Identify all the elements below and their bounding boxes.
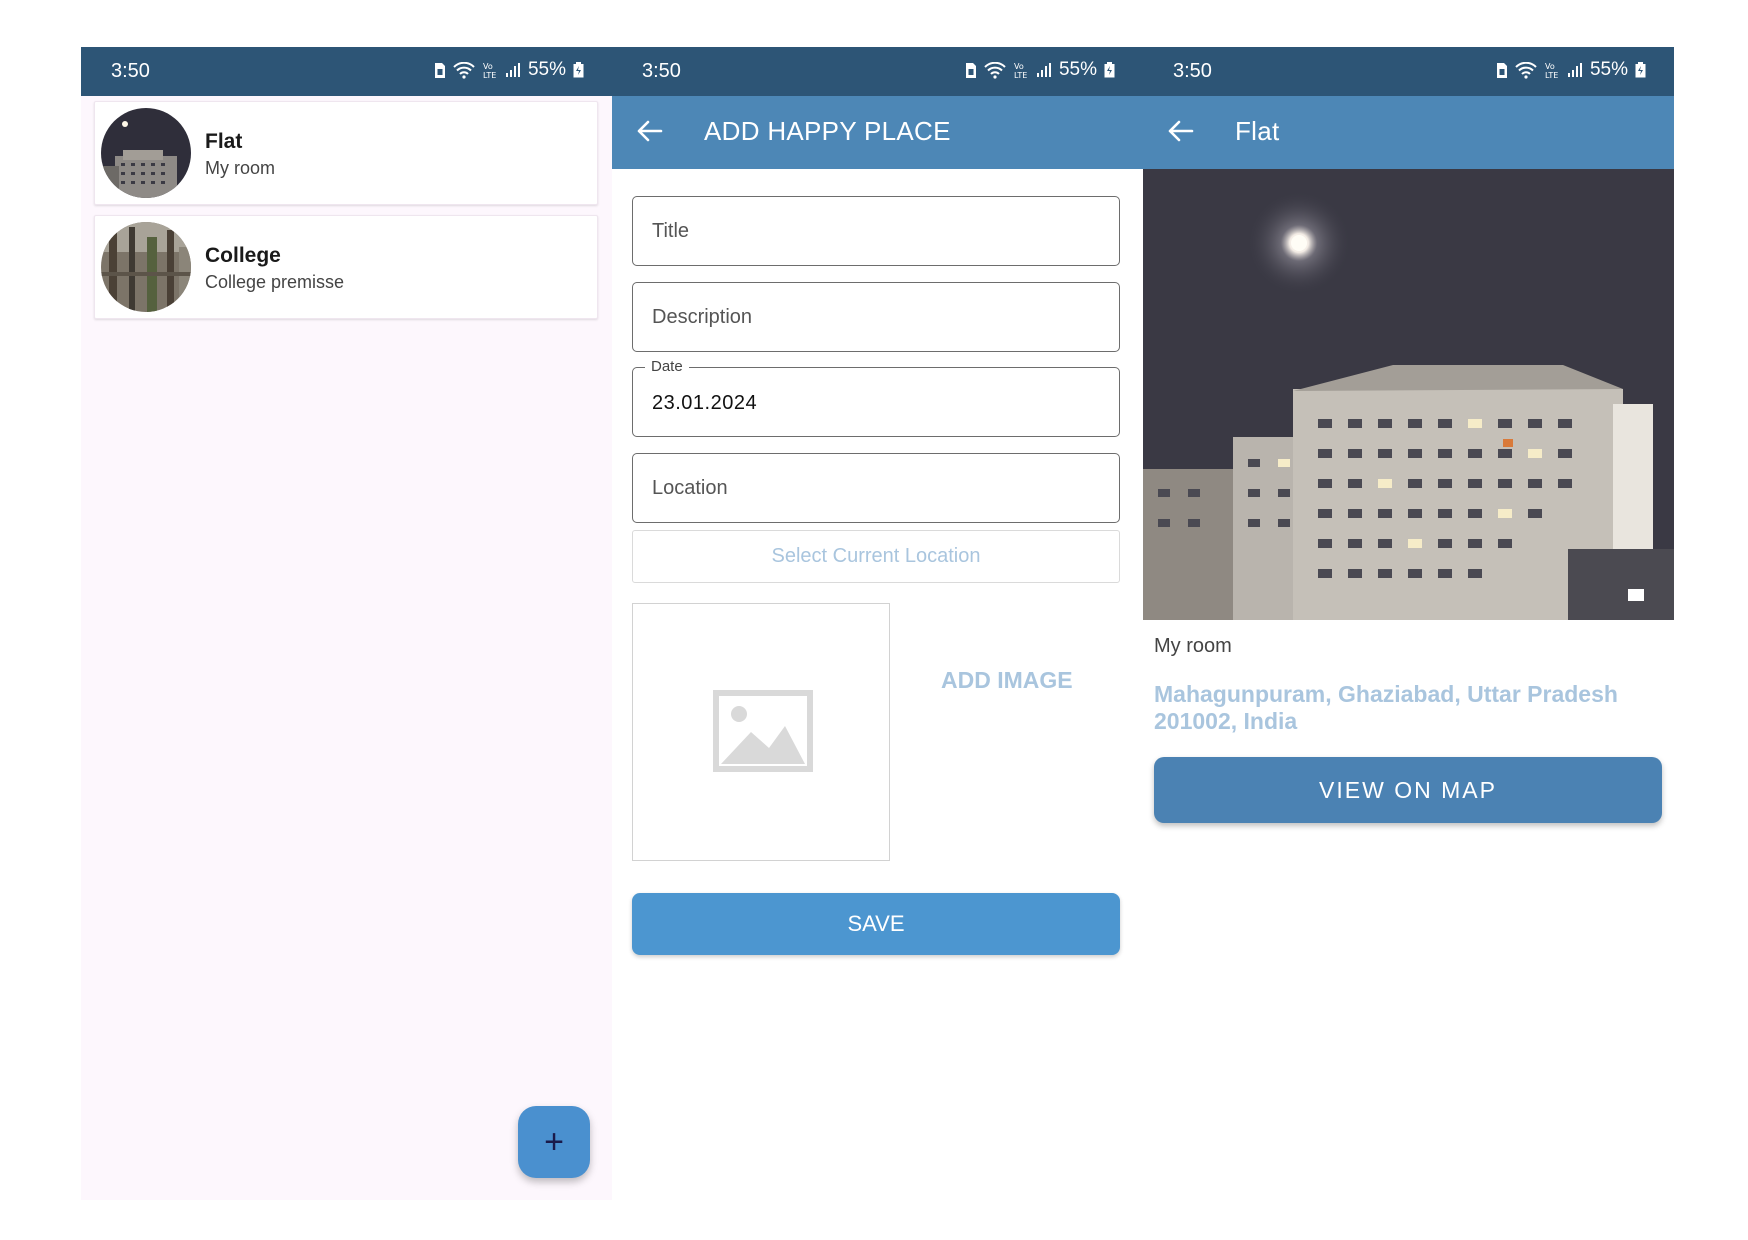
volte-icon: VoLTE bbox=[1545, 62, 1558, 79]
place-detail-screen: 3:50 Vo LTE 55% Flat My room Mahagunpura… bbox=[1143, 47, 1674, 1200]
battery-level: 55% bbox=[527, 59, 566, 80]
description-field[interactable]: Description bbox=[632, 282, 1120, 352]
battery-level: 55% bbox=[1589, 59, 1628, 80]
page-title: Flat bbox=[1235, 116, 1280, 146]
plus-icon: + bbox=[544, 1122, 564, 1161]
place-title: Flat bbox=[205, 130, 243, 153]
place-thumbnail bbox=[101, 108, 191, 198]
wifi-icon bbox=[1515, 61, 1537, 79]
status-time: 3:50 bbox=[111, 60, 150, 82]
back-arrow-icon[interactable] bbox=[634, 116, 664, 146]
place-description: My room bbox=[205, 158, 276, 178]
battery-icon bbox=[1635, 62, 1646, 78]
description-placeholder: Description bbox=[652, 306, 753, 328]
svg-text:LTE: LTE bbox=[1545, 71, 1558, 79]
status-icons: Vo LTE 55% bbox=[965, 59, 1115, 81]
battery-icon bbox=[573, 62, 584, 78]
place-photo bbox=[1143, 169, 1674, 620]
place-description: My room bbox=[1154, 635, 1232, 657]
add-place-screen: 3:50 Vo LTE 55% ADD HAPPY PLACE Title Des… bbox=[612, 47, 1143, 1200]
app-bar: ADD HAPPY PLACE bbox=[612, 96, 1143, 169]
svg-text:LTE: LTE bbox=[483, 71, 496, 79]
view-on-map-button[interactable]: VIEW ON MAP bbox=[1154, 757, 1662, 823]
status-icons: Vo LTE 55% bbox=[1496, 59, 1646, 81]
place-location: Mahagunpuram, Ghaziabad, Uttar Pradesh 2… bbox=[1154, 681, 1618, 734]
signal-icon bbox=[1567, 63, 1582, 77]
sim-icon bbox=[1496, 62, 1507, 78]
wifi-icon bbox=[453, 61, 475, 79]
signal-icon bbox=[505, 63, 520, 77]
back-arrow-icon[interactable] bbox=[1165, 116, 1195, 146]
place-title: College bbox=[205, 244, 281, 267]
volte-icon: VoLTE bbox=[483, 62, 496, 79]
date-label: Date bbox=[645, 358, 689, 375]
svg-text:LTE: LTE bbox=[1014, 71, 1027, 79]
app-bar: Flat bbox=[1143, 96, 1674, 169]
select-current-location-button[interactable]: Select Current Location bbox=[632, 530, 1120, 583]
wifi-icon bbox=[984, 61, 1006, 79]
status-time: 3:50 bbox=[1173, 60, 1212, 82]
signal-icon bbox=[1036, 63, 1051, 77]
list-item[interactable]: Flat My room bbox=[94, 101, 598, 205]
volte-icon: VoLTE bbox=[1014, 62, 1027, 79]
image-preview bbox=[632, 603, 890, 861]
add-place-button[interactable]: + bbox=[518, 1106, 590, 1178]
battery-icon bbox=[1104, 62, 1115, 78]
place-thumbnail bbox=[101, 222, 191, 312]
svg-text:Vo: Vo bbox=[483, 62, 493, 71]
title-placeholder: Title bbox=[652, 220, 690, 242]
battery-level: 55% bbox=[1058, 59, 1097, 80]
add-image-button[interactable]: ADD IMAGE bbox=[941, 667, 1073, 694]
location-placeholder: Location bbox=[652, 477, 728, 499]
status-icons: Vo LTE 55% bbox=[434, 59, 584, 81]
places-list-screen: 3:50 Vo LTE 55% Flat My room College Col… bbox=[81, 47, 612, 1200]
sim-icon bbox=[965, 62, 976, 78]
place-description: College premisse bbox=[205, 272, 345, 292]
image-placeholder-icon bbox=[713, 690, 813, 772]
title-field[interactable]: Title bbox=[632, 196, 1120, 266]
svg-text:Vo: Vo bbox=[1014, 62, 1024, 71]
location-field[interactable]: Location bbox=[632, 453, 1120, 523]
date-field[interactable]: Date 23.01.2024 bbox=[632, 358, 1120, 437]
date-value: 23.01.2024 bbox=[652, 392, 758, 414]
status-bar: 3:50 Vo LTE 55% bbox=[612, 47, 1143, 96]
list-item[interactable]: College College premisse bbox=[94, 215, 598, 319]
svg-text:Vo: Vo bbox=[1545, 62, 1555, 71]
status-bar: 3:50 Vo LTE 55% bbox=[1143, 47, 1674, 96]
page-title: ADD HAPPY PLACE bbox=[704, 116, 951, 146]
sim-icon bbox=[434, 62, 445, 78]
save-button[interactable]: SAVE bbox=[632, 893, 1120, 955]
status-time: 3:50 bbox=[642, 60, 681, 82]
status-bar: 3:50 Vo LTE 55% bbox=[81, 47, 612, 96]
